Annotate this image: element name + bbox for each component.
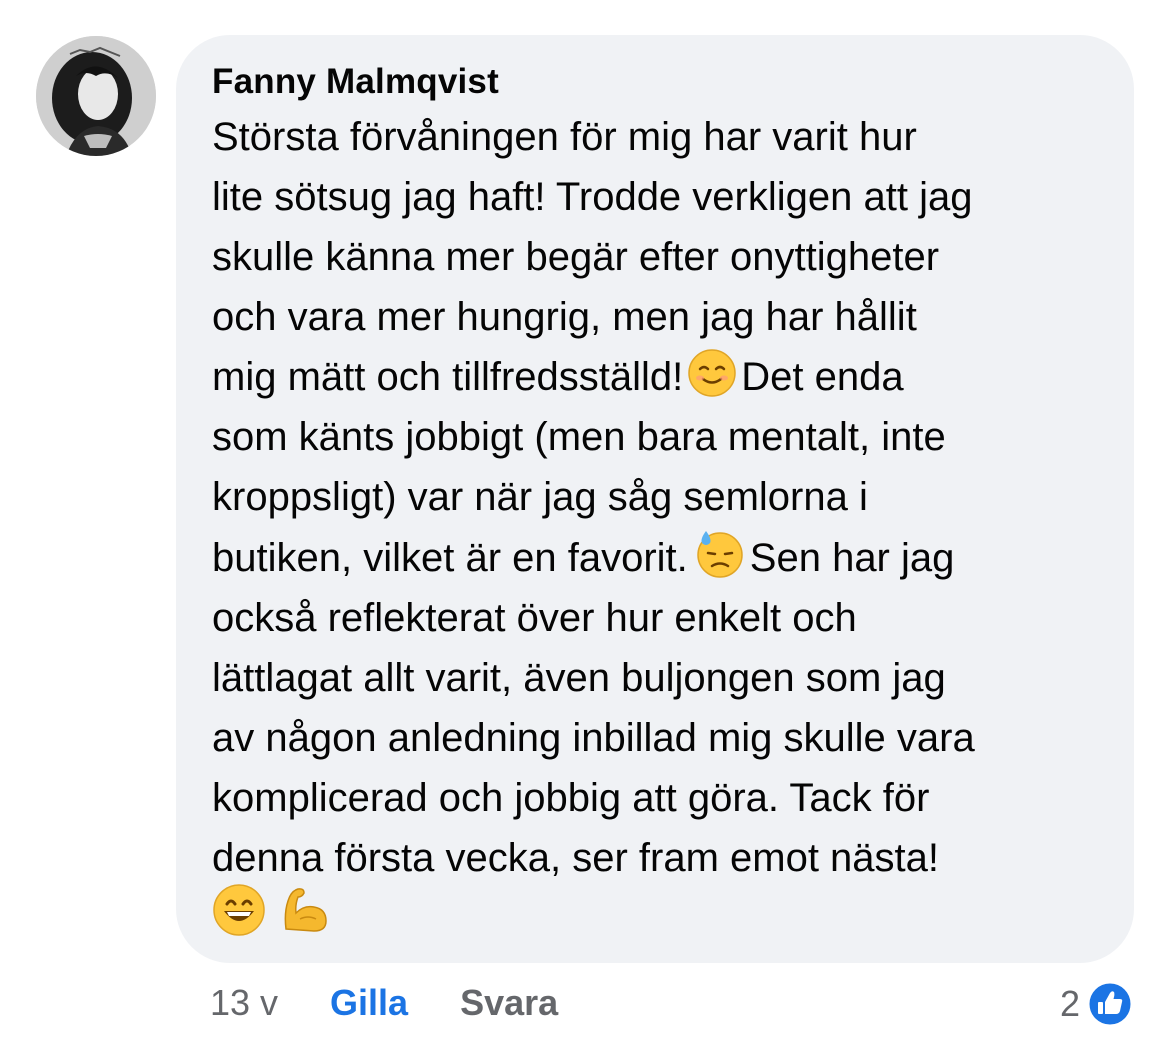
comment-line-part: Sen har jag [749,536,955,580]
comment-line: lite sötsug jag haft! Trodde verkligen a… [212,175,973,219]
comment-line: denna första vecka, ser fram emot nästa! [212,836,940,880]
comment-line: Största förvåningen för mig har varit hu… [212,115,917,159]
comment-line: som känts jobbigt (men bara mentalt, int… [212,415,946,459]
comment-line-part: butiken, vilket är en favorit. [212,536,688,580]
grinning-face-icon [212,883,266,954]
comment-line-part: mig mätt och tillfredsställd! [212,355,684,399]
reply-button[interactable]: Svara [460,982,558,1024]
comment-actions: 13 v Gilla Svara [210,980,558,1026]
comment-line: kroppsligt) var när jag såg semlorna i [212,475,868,519]
avatar-photo [36,36,156,156]
smiling-face-icon [687,348,737,398]
comment-line: butiken, vilket är en favorit. Sen har ja… [212,527,1104,588]
comment-text: Största förvåningen för mig har varit hu… [212,107,1104,948]
downcast-sweat-face-icon [692,527,746,579]
like-thumb-icon [1086,980,1134,1028]
reaction-summary[interactable]: 2 [1060,980,1134,1028]
comment-line: av någon anledning inbillad mig skulle v… [212,716,975,760]
comment-bubble: Fanny Malmqvist Största förvåningen för … [176,35,1134,963]
emoji-row [212,883,1104,948]
reaction-count: 2 [1059,983,1080,1024]
comment-line: komplicerad och jobbig att göra. Tack fö… [212,776,930,820]
comment-line: också reflekterat över hur enkelt och [212,596,857,640]
comment-line: skulle känna mer begär efter onyttighete… [212,235,940,279]
comment-timestamp[interactable]: 13 v [210,982,278,1024]
comment-line: mig mätt och tillfredsställd! Det enda [212,347,1104,407]
comment-line: lättlagat allt varit, även buljongen som… [212,656,946,700]
comment-line-part: Det enda [741,355,904,399]
flexed-biceps-icon [278,883,332,954]
comment-author[interactable]: Fanny Malmqvist [212,61,1104,103]
like-button[interactable]: Gilla [330,982,408,1024]
avatar[interactable] [36,36,156,156]
comment-line: och vara mer hungrig, men jag har hållit [212,295,917,339]
